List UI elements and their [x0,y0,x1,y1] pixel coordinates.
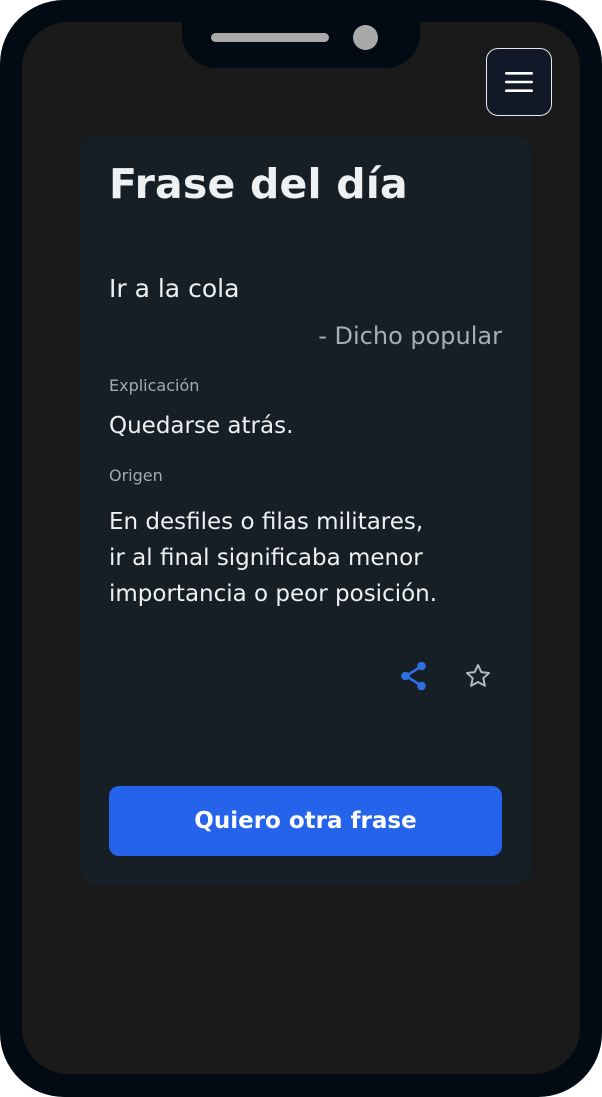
hamburger-menu-icon [505,72,533,92]
origin-line: importancia o peor posición. [109,581,438,607]
next-phrase-button[interactable]: Quiero otra frase [109,786,502,856]
card-title: Frase del día [109,160,408,208]
share-icon [401,661,426,691]
phrase-text: Ir a la cola [109,274,240,303]
origin-text: En desfiles o filas militares, ir al fin… [109,504,509,612]
front-camera [353,25,378,50]
star-icon [465,664,491,687]
menu-button[interactable] [486,48,552,116]
favorite-button[interactable] [461,659,495,693]
origin-label: Origen [109,466,163,485]
phrase-author: - Dicho popular [318,322,502,350]
speaker-grille [211,33,329,42]
origin-line: En desfiles o filas militares, [109,509,424,535]
explanation-text: Quedarse atrás. [109,413,294,439]
share-button[interactable] [397,659,431,693]
phone-frame: Frase del día Ir a la cola - Dicho popul… [0,0,602,1097]
explanation-label: Explicación [109,376,200,395]
origin-line: ir al final significaba menor [109,545,423,571]
